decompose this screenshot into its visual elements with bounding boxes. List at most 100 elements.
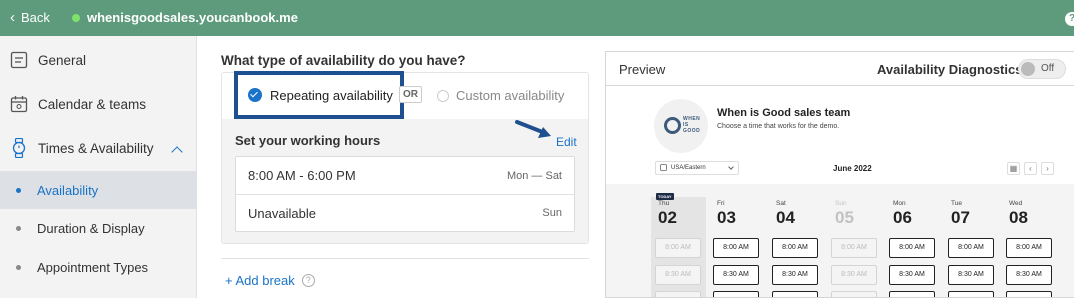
sidebar-item-label: Times & Availability: [38, 140, 154, 156]
day-number: 07: [951, 208, 970, 227]
chevron-right-icon[interactable]: ›: [1041, 162, 1054, 175]
site-link[interactable]: whenisgoodsales.youcanbook.me: [72, 10, 298, 25]
checkmark-icon: [248, 88, 262, 102]
day-header: Sun 05: [835, 200, 885, 228]
time-slot[interactable]: [948, 291, 994, 297]
sidebar-item-label: Calendar & teams: [38, 96, 147, 112]
time-slot[interactable]: 8:30 AM: [948, 265, 994, 285]
timezone-select[interactable]: USA/Eastern: [655, 161, 739, 175]
availability-type-options: Repeating availability OR Custom availab…: [222, 71, 588, 119]
calendar-picker-icon[interactable]: ▦: [1007, 162, 1020, 175]
top-bar: ‹ Back whenisgoodsales.youcanbook.me ?: [0, 0, 1074, 36]
sidebar-subitem-label: Duration & Display: [37, 220, 145, 236]
option-custom-availability[interactable]: Custom availability: [437, 88, 564, 103]
day-number: 08: [1009, 208, 1028, 227]
time-slot[interactable]: [713, 291, 759, 297]
time-slot[interactable]: 8:30 AM: [772, 265, 818, 285]
sidebar-subitem-availability[interactable]: Availability: [0, 171, 196, 209]
option-repeating-availability[interactable]: Repeating availability: [234, 71, 404, 119]
sidebar-subitem-label: Appointment Types: [37, 259, 149, 275]
sidebar: General Calendar & teams Times & Availab…: [0, 36, 197, 298]
availability-question: What type of availability do you have?: [221, 53, 466, 68]
sidebar-subitem-duration-display[interactable]: Duration & Display: [0, 209, 196, 247]
diagnostics-toggle[interactable]: Off: [1018, 59, 1066, 79]
help-icon[interactable]: ?: [1065, 12, 1074, 26]
time-slot: [655, 291, 701, 297]
chevron-left-icon[interactable]: ‹: [1024, 162, 1037, 175]
chevron-up-icon[interactable]: [171, 146, 183, 158]
timezone-value: USA/Eastern: [671, 165, 706, 171]
time-slot: [831, 291, 877, 297]
availability-card: Repeating availability OR Custom availab…: [221, 71, 589, 244]
time-slot: 8:00 AM: [655, 238, 701, 258]
add-break-label: + Add break: [225, 273, 295, 288]
divider: [221, 258, 589, 259]
time-slot[interactable]: [889, 291, 935, 297]
day-header: Thu 02: [658, 200, 708, 228]
day-of-week: Tue: [951, 200, 962, 207]
hours-time: Unavailable: [248, 205, 316, 221]
availability-diagnostics-label: Availability Diagnostics: [877, 62, 1023, 77]
sidebar-item-times-availability[interactable]: Times & Availability: [0, 136, 196, 160]
hours-row[interactable]: 8:00 AM - 6:00 PM Mon — Sat: [236, 157, 574, 194]
edit-hours-link[interactable]: Edit: [556, 135, 577, 149]
time-slot[interactable]: 8:30 AM: [713, 265, 759, 285]
time-slot[interactable]: 8:00 AM: [948, 238, 994, 258]
chevron-left-icon: ‹: [10, 9, 15, 26]
toggle-knob: [1021, 62, 1035, 76]
time-slot[interactable]: 8:00 AM: [889, 238, 935, 258]
day-header: Tue 07: [951, 200, 1001, 228]
day-header: Fri 03: [717, 200, 767, 228]
sidebar-subitem-appointment-types[interactable]: Appointment Types: [0, 248, 196, 286]
team-name: When is Good sales team: [717, 107, 851, 119]
day-of-week: Fri: [717, 200, 725, 207]
time-slot: 8:30 AM: [831, 265, 877, 285]
add-break-button[interactable]: + Add break ?: [225, 273, 315, 288]
globe-icon: [660, 163, 667, 173]
status-dot-icon: [72, 13, 80, 22]
day-number: 03: [717, 208, 736, 227]
logo-word: GOOD: [683, 128, 701, 134]
hours-row[interactable]: Unavailable Sun: [236, 194, 574, 231]
day-of-week: Mon: [893, 200, 906, 207]
time-slot[interactable]: 8:30 AM: [889, 265, 935, 285]
logo-ring-icon: [664, 117, 681, 134]
sidebar-item-calendar[interactable]: Calendar & teams: [0, 92, 196, 116]
document-icon: [9, 50, 29, 70]
day-of-week: Thu: [658, 200, 670, 207]
or-separator: OR: [399, 86, 422, 103]
preview-panel: Preview Availability Diagnostics Off WHE…: [605, 51, 1074, 298]
sidebar-subitem-label: Availability: [37, 182, 99, 198]
day-header: Wed 08: [1009, 200, 1059, 228]
time-slot[interactable]: [1006, 291, 1052, 297]
bullet-icon: [16, 187, 21, 193]
calendar-icon: [9, 94, 29, 114]
sidebar-item-label: General: [38, 52, 87, 68]
hours-days: Mon — Sat: [506, 169, 562, 182]
day-of-week: Sun: [835, 200, 847, 207]
day-number: 06: [893, 208, 912, 227]
bullet-icon: [16, 225, 21, 231]
site-url: whenisgoodsales.youcanbook.me: [87, 10, 298, 25]
time-slot[interactable]: [772, 291, 818, 297]
preview-header: Preview Availability Diagnostics Off: [606, 52, 1074, 86]
day-header: Sat 04: [776, 200, 826, 228]
back-button[interactable]: ‹ Back: [10, 10, 50, 25]
watch-icon: [9, 138, 29, 158]
arrow-annotation-icon: [515, 120, 551, 138]
working-hours-list: 8:00 AM - 6:00 PM Mon — Sat Unavailable …: [235, 156, 575, 232]
time-slot[interactable]: 8:00 AM: [713, 238, 759, 258]
option-label: Custom availability: [456, 88, 565, 103]
chevron-down-icon: [728, 164, 734, 170]
time-slot: 8:30 AM: [655, 265, 701, 285]
day-of-week: Sat: [776, 200, 786, 207]
day-number: 05: [835, 208, 854, 227]
day-number: 02: [658, 208, 677, 227]
time-slot[interactable]: 8:30 AM: [1006, 265, 1052, 285]
time-slot[interactable]: 8:00 AM: [772, 238, 818, 258]
time-slot: 8:00 AM: [831, 238, 877, 258]
time-slot[interactable]: 8:00 AM: [1006, 238, 1052, 258]
sidebar-item-general[interactable]: General: [0, 48, 196, 72]
help-circle-icon[interactable]: ?: [301, 274, 315, 287]
option-label: Repeating availability: [270, 87, 393, 103]
